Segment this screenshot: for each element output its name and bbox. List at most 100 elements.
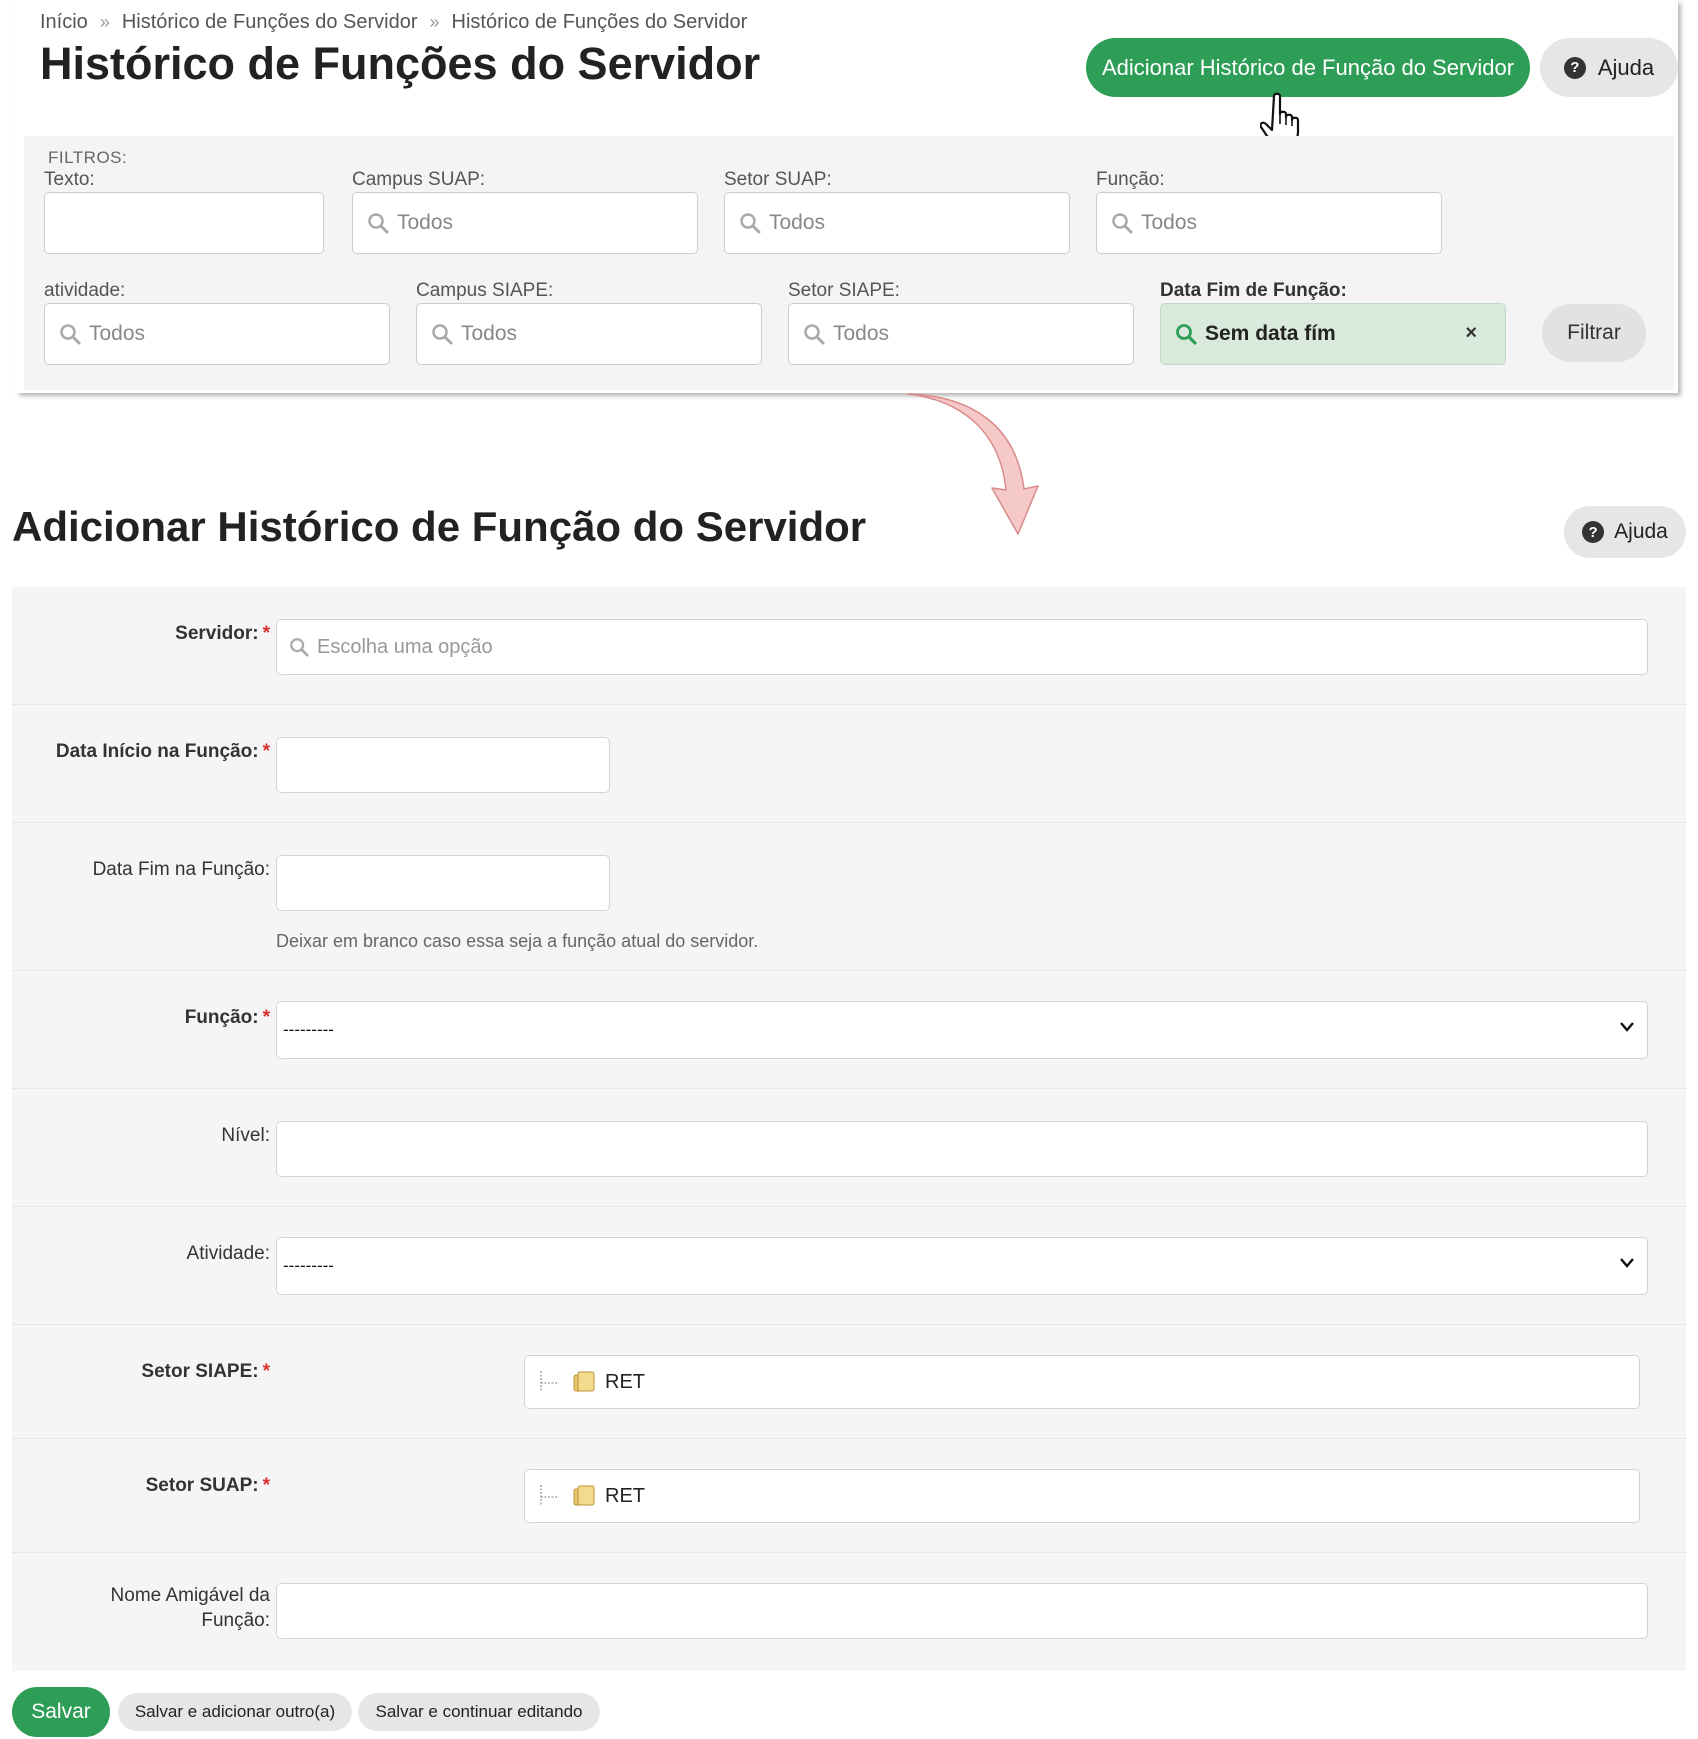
save-and-add-button[interactable]: Salvar e adicionar outro(a) — [118, 1693, 352, 1731]
save-button[interactable]: Salvar — [12, 1687, 110, 1737]
filter-button-label: Filtrar — [1567, 321, 1621, 344]
data-fim-input[interactable] — [276, 855, 610, 911]
search-icon — [290, 638, 309, 657]
form-row-data-fim: Data Fim na Função: Deixar em branco cas… — [12, 823, 1686, 971]
search-icon — [1176, 324, 1197, 345]
filter-data-fim-select[interactable]: Sem data fím × — [1160, 303, 1506, 365]
clear-filter-icon[interactable]: × — [1465, 322, 1477, 345]
filter-texto-label: Texto: — [44, 169, 95, 190]
setor-suap-tree[interactable]: RET — [524, 1469, 1640, 1523]
filter-atividade-select[interactable]: Todos — [44, 303, 390, 365]
search-icon — [60, 324, 81, 345]
breadcrumb-separator: » — [429, 12, 440, 32]
form-row-funcao: Função: * --------- — [12, 971, 1686, 1089]
form-row-data-inicio: Data Início na Função: * — [12, 705, 1686, 823]
search-icon — [804, 324, 825, 345]
nome-amigavel-input[interactable] — [276, 1583, 1648, 1639]
form-row-nome-amigavel: Nome Amigável da Função: — [12, 1553, 1686, 1671]
breadcrumb-separator: » — [99, 12, 110, 32]
filter-setor-siape-value: Todos — [833, 322, 890, 345]
funcao-label: Função: * — [184, 1007, 270, 1028]
search-icon — [1112, 213, 1133, 234]
curved-arrow-icon — [907, 393, 1039, 535]
form-row-servidor: Servidor: * Escolha uma opção — [12, 587, 1686, 705]
data-fim-label: Data Fim na Função: — [92, 859, 270, 880]
filter-setor-suap-value: Todos — [769, 211, 826, 234]
help-button[interactable]: ? Ajuda — [1540, 38, 1678, 97]
chevron-down-icon — [1620, 1022, 1634, 1032]
setor-suap-label: Setor SUAP: * — [145, 1475, 270, 1496]
form-row-atividade: Atividade: --------- — [12, 1207, 1686, 1325]
filter-campus-suap-value: Todos — [397, 211, 454, 234]
filter-campus-suap-label: Campus SUAP: — [352, 169, 486, 190]
breadcrumb: Início » Histórico de Funções do Servidor »… — [40, 11, 747, 34]
setor-siape-label: Setor SIAPE: * — [141, 1361, 270, 1382]
filter-button[interactable]: Filtrar — [1542, 304, 1646, 362]
filter-atividade-value: Todos — [89, 322, 146, 345]
add-history-button[interactable]: Adicionar Histórico de Função do Servido… — [1086, 38, 1530, 97]
filters-title: FILTROS: — [48, 148, 128, 167]
search-icon — [368, 213, 389, 234]
setor-siape-value: RET — [605, 1370, 645, 1393]
breadcrumb-current: Histórico de Funções do Servidor — [451, 11, 748, 33]
chevron-down-icon — [1620, 1258, 1634, 1268]
tree-node[interactable]: RET — [525, 1483, 645, 1509]
tree-branch-icon — [540, 1485, 559, 1505]
search-icon — [740, 213, 761, 234]
save-and-add-label: Salvar e adicionar outro(a) — [134, 1702, 336, 1721]
funcao-select[interactable]: --------- — [276, 1001, 1648, 1059]
filter-data-fim-value: Sem data fím — [1205, 322, 1336, 345]
filters-panel: FILTROS: Texto: Campus SUAP: Todos Setor… — [24, 136, 1674, 390]
filter-campus-siape-label: Campus SIAPE: — [416, 280, 554, 301]
filter-setor-suap-select[interactable]: Todos — [724, 192, 1070, 254]
atividade-selected-value: --------- — [283, 1256, 334, 1275]
breadcrumb-item[interactable]: Histórico de Funções do Servidor — [122, 11, 418, 33]
filter-campus-siape-value: Todos — [461, 322, 518, 345]
save-and-continue-button[interactable]: Salvar e continuar editando — [358, 1693, 600, 1731]
funcao-selected-value: --------- — [283, 1020, 334, 1039]
data-fim-help-text: Deixar em branco caso essa seja a função… — [276, 931, 759, 951]
filter-campus-siape-select[interactable]: Todos — [416, 303, 762, 365]
help-button-label: Ajuda — [1597, 54, 1655, 80]
filter-texto-input[interactable] — [44, 192, 324, 254]
filter-funcao-value: Todos — [1141, 211, 1198, 234]
setor-siape-tree[interactable]: RET — [524, 1355, 1640, 1409]
breadcrumb-home[interactable]: Início — [40, 11, 88, 33]
folder-icon — [573, 1371, 595, 1392]
servidor-select[interactable]: Escolha uma opção — [276, 619, 1648, 675]
atividade-label: Atividade: — [186, 1243, 270, 1264]
save-button-label: Salvar — [31, 1700, 91, 1723]
question-circle-icon: ? — [1563, 56, 1586, 79]
tree-node[interactable]: RET — [525, 1369, 645, 1395]
setor-suap-value: RET — [605, 1484, 645, 1507]
filter-funcao-label: Função: — [1096, 169, 1165, 190]
filter-setor-siape-select[interactable]: Todos — [788, 303, 1134, 365]
filter-data-fim-label: Data Fim de Função: — [1160, 280, 1347, 301]
servidor-placeholder: Escolha uma opção — [317, 635, 493, 658]
form-title: Adicionar Histórico de Função do Servido… — [12, 503, 867, 550]
filter-setor-suap-label: Setor SUAP: — [724, 169, 832, 190]
filter-campus-suap-select[interactable]: Todos — [352, 192, 698, 254]
form-help-button-label: Ajuda — [1614, 520, 1668, 543]
filter-atividade-label: atividade: — [44, 280, 126, 301]
atividade-select[interactable]: --------- — [276, 1237, 1648, 1295]
tree-branch-icon — [540, 1371, 559, 1391]
form-help-button[interactable]: ? Ajuda — [1564, 506, 1686, 558]
filter-setor-siape-label: Setor SIAPE: — [788, 280, 900, 301]
form-row-setor-siape: Setor SIAPE: * RET — [12, 1325, 1686, 1439]
folder-icon — [573, 1485, 595, 1506]
nome-amigavel-label: Nome Amigável da Função: — [110, 1585, 270, 1631]
list-page-panel: Início » Histórico de Funções do Servidor »… — [16, 0, 1678, 393]
search-icon — [432, 324, 453, 345]
form-row-setor-suap: Setor SUAP: * RET — [12, 1439, 1686, 1553]
nivel-input[interactable] — [276, 1121, 1648, 1177]
filter-funcao-select[interactable]: Todos — [1096, 192, 1442, 254]
question-circle-icon: ? — [1582, 521, 1605, 543]
save-and-continue-label: Salvar e continuar editando — [375, 1702, 583, 1721]
nivel-label: Nível: — [221, 1125, 270, 1146]
form-row-nivel: Nível: — [12, 1089, 1686, 1207]
data-inicio-label: Data Início na Função: * — [55, 741, 270, 762]
servidor-label: Servidor: * — [175, 623, 270, 644]
data-inicio-input[interactable] — [276, 737, 610, 793]
add-history-button-label: Adicionar Histórico de Função do Servido… — [1101, 54, 1515, 80]
